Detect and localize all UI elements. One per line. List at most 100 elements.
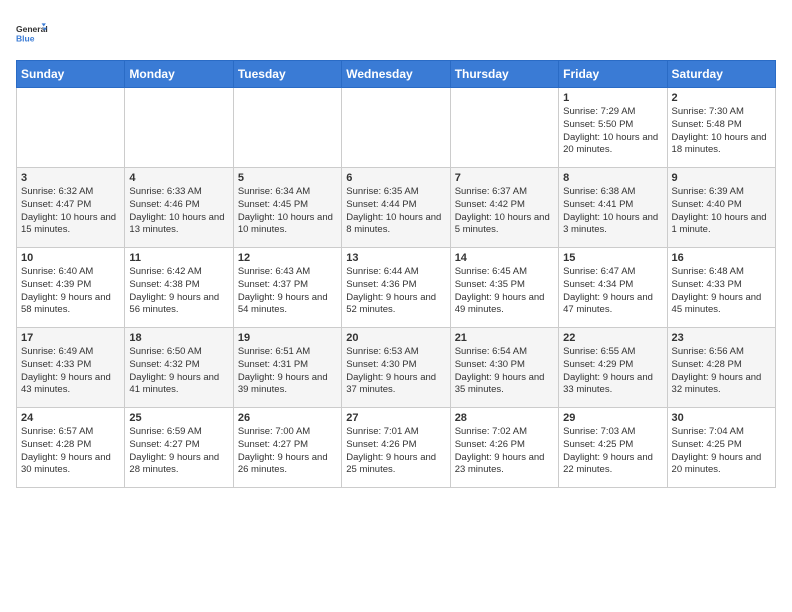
header-row: SundayMondayTuesdayWednesdayThursdayFrid… [17,61,776,88]
day-number: 20 [346,332,445,344]
day-number: 17 [21,332,120,344]
day-info: Sunrise: 7:30 AMSunset: 5:48 PMDaylight:… [672,106,771,157]
day-cell: 12 Sunrise: 6:43 AMSunset: 4:37 PMDayligh… [233,248,341,328]
day-info: Sunrise: 6:39 AMSunset: 4:40 PMDaylight:… [672,186,771,237]
day-info: Sunrise: 7:00 AMSunset: 4:27 PMDaylight:… [238,426,337,477]
day-cell [342,88,450,168]
day-number: 23 [672,332,771,344]
day-cell: 24Sunrise: 6:57 AMSunset: 4:28 PMDayligh… [17,408,125,488]
day-info: Sunrise: 7:02 AMSunset: 4:26 PMDaylight:… [455,426,554,477]
day-cell: 3 Sunrise: 6:32 AMSunset: 4:47 PMDaylight… [17,168,125,248]
day-info: Sunrise: 6:34 AMSunset: 4:45 PMDaylight:… [238,186,337,237]
day-info: Sunrise: 7:29 AMSunset: 5:50 PMDaylight:… [563,106,662,157]
day-number: 15 [563,252,662,264]
day-cell: 11 Sunrise: 6:42 AMSunset: 4:38 PMDayligh… [125,248,233,328]
svg-text:Blue: Blue [16,33,35,43]
day-number: 21 [455,332,554,344]
day-info: Sunrise: 6:56 AMSunset: 4:28 PMDaylight:… [672,346,771,397]
logo: General Blue [16,16,48,52]
day-cell: 8 Sunrise: 6:38 AMSunset: 4:41 PMDaylight… [559,168,667,248]
day-cell: 15 Sunrise: 6:47 AMSunset: 4:34 PMDayligh… [559,248,667,328]
day-info: Sunrise: 6:33 AMSunset: 4:46 PMDaylight:… [129,186,228,237]
day-number: 13 [346,252,445,264]
day-info: Sunrise: 6:37 AMSunset: 4:42 PMDaylight:… [455,186,554,237]
day-number: 9 [672,172,771,184]
day-number: 28 [455,412,554,424]
day-cell: 25 Sunrise: 6:59 AMSunset: 4:27 PMDayligh… [125,408,233,488]
day-number: 22 [563,332,662,344]
day-info: Sunrise: 6:54 AMSunset: 4:30 PMDaylight:… [455,346,554,397]
week-row-3: 17 Sunrise: 6:49 AMSunset: 4:33 PMDayligh… [17,328,776,408]
day-cell: 7 Sunrise: 6:37 AMSunset: 4:42 PMDaylight… [450,168,558,248]
day-cell: 16 Sunrise: 6:48 AMSunset: 4:33 PMDayligh… [667,248,775,328]
day-cell: 13 Sunrise: 6:44 AMSunset: 4:36 PMDayligh… [342,248,450,328]
header-cell-wednesday: Wednesday [342,61,450,88]
day-info: Sunrise: 6:47 AMSunset: 4:34 PMDaylight:… [563,266,662,317]
day-number: 30 [672,412,771,424]
day-number: 3 [21,172,120,184]
day-cell: 27 Sunrise: 7:01 AMSunset: 4:26 PMDayligh… [342,408,450,488]
day-number: 1 [563,92,662,104]
day-cell: 30Sunrise: 7:04 AMSunset: 4:25 PMDayligh… [667,408,775,488]
day-info: Sunrise: 6:38 AMSunset: 4:41 PMDaylight:… [563,186,662,237]
day-number: 18 [129,332,228,344]
day-cell: 9 Sunrise: 6:39 AMSunset: 4:40 PMDaylight… [667,168,775,248]
day-info: Sunrise: 6:55 AMSunset: 4:29 PMDaylight:… [563,346,662,397]
day-number: 12 [238,252,337,264]
week-row-2: 10Sunrise: 6:40 AMSunset: 4:39 PMDayligh… [17,248,776,328]
day-info: Sunrise: 6:43 AMSunset: 4:37 PMDaylight:… [238,266,337,317]
day-cell: 26Sunrise: 7:00 AMSunset: 4:27 PMDayligh… [233,408,341,488]
day-cell: 19 Sunrise: 6:51 AMSunset: 4:31 PMDayligh… [233,328,341,408]
header-cell-monday: Monday [125,61,233,88]
day-number: 19 [238,332,337,344]
day-cell: 2 Sunrise: 7:30 AMSunset: 5:48 PMDaylight… [667,88,775,168]
day-info: Sunrise: 6:45 AMSunset: 4:35 PMDaylight:… [455,266,554,317]
day-number: 25 [129,412,228,424]
logo-svg: General Blue [16,16,48,52]
day-number: 4 [129,172,228,184]
day-number: 27 [346,412,445,424]
day-cell: 1 Sunrise: 7:29 AMSunset: 5:50 PMDaylight… [559,88,667,168]
day-info: Sunrise: 6:59 AMSunset: 4:27 PMDaylight:… [129,426,228,477]
day-info: Sunrise: 6:51 AMSunset: 4:31 PMDaylight:… [238,346,337,397]
day-cell: 4 Sunrise: 6:33 AMSunset: 4:46 PMDaylight… [125,168,233,248]
day-number: 16 [672,252,771,264]
day-info: Sunrise: 6:49 AMSunset: 4:33 PMDaylight:… [21,346,120,397]
day-cell: 22 Sunrise: 6:55 AMSunset: 4:29 PMDayligh… [559,328,667,408]
day-number: 7 [455,172,554,184]
day-cell: 10Sunrise: 6:40 AMSunset: 4:39 PMDayligh… [17,248,125,328]
day-cell: 6 Sunrise: 6:35 AMSunset: 4:44 PMDaylight… [342,168,450,248]
day-number: 10 [21,252,120,264]
day-cell: 18 Sunrise: 6:50 AMSunset: 4:32 PMDayligh… [125,328,233,408]
day-cell [17,88,125,168]
day-cell: 21 Sunrise: 6:54 AMSunset: 4:30 PMDayligh… [450,328,558,408]
week-row-0: 1 Sunrise: 7:29 AMSunset: 5:50 PMDaylight… [17,88,776,168]
week-row-4: 24Sunrise: 6:57 AMSunset: 4:28 PMDayligh… [17,408,776,488]
day-info: Sunrise: 6:44 AMSunset: 4:36 PMDaylight:… [346,266,445,317]
day-number: 6 [346,172,445,184]
day-info: Sunrise: 7:01 AMSunset: 4:26 PMDaylight:… [346,426,445,477]
day-info: Sunrise: 6:48 AMSunset: 4:33 PMDaylight:… [672,266,771,317]
header-cell-sunday: Sunday [17,61,125,88]
header-cell-tuesday: Tuesday [233,61,341,88]
day-number: 29 [563,412,662,424]
day-cell: 29 Sunrise: 7:03 AMSunset: 4:25 PMDayligh… [559,408,667,488]
day-cell [233,88,341,168]
day-info: Sunrise: 6:50 AMSunset: 4:32 PMDaylight:… [129,346,228,397]
day-number: 8 [563,172,662,184]
day-number: 11 [129,252,228,264]
day-info: Sunrise: 6:32 AMSunset: 4:47 PMDaylight:… [21,186,120,237]
day-info: Sunrise: 7:03 AMSunset: 4:25 PMDaylight:… [563,426,662,477]
day-info: Sunrise: 6:53 AMSunset: 4:30 PMDaylight:… [346,346,445,397]
day-info: Sunrise: 6:35 AMSunset: 4:44 PMDaylight:… [346,186,445,237]
day-info: Sunrise: 6:42 AMSunset: 4:38 PMDaylight:… [129,266,228,317]
day-number: 2 [672,92,771,104]
day-cell: 5 Sunrise: 6:34 AMSunset: 4:45 PMDaylight… [233,168,341,248]
calendar-table: SundayMondayTuesdayWednesdayThursdayFrid… [16,60,776,488]
header: General Blue [16,16,776,52]
header-cell-saturday: Saturday [667,61,775,88]
day-cell: 23 Sunrise: 6:56 AMSunset: 4:28 PMDayligh… [667,328,775,408]
week-row-1: 3 Sunrise: 6:32 AMSunset: 4:47 PMDaylight… [17,168,776,248]
day-cell: 20 Sunrise: 6:53 AMSunset: 4:30 PMDayligh… [342,328,450,408]
day-number: 5 [238,172,337,184]
